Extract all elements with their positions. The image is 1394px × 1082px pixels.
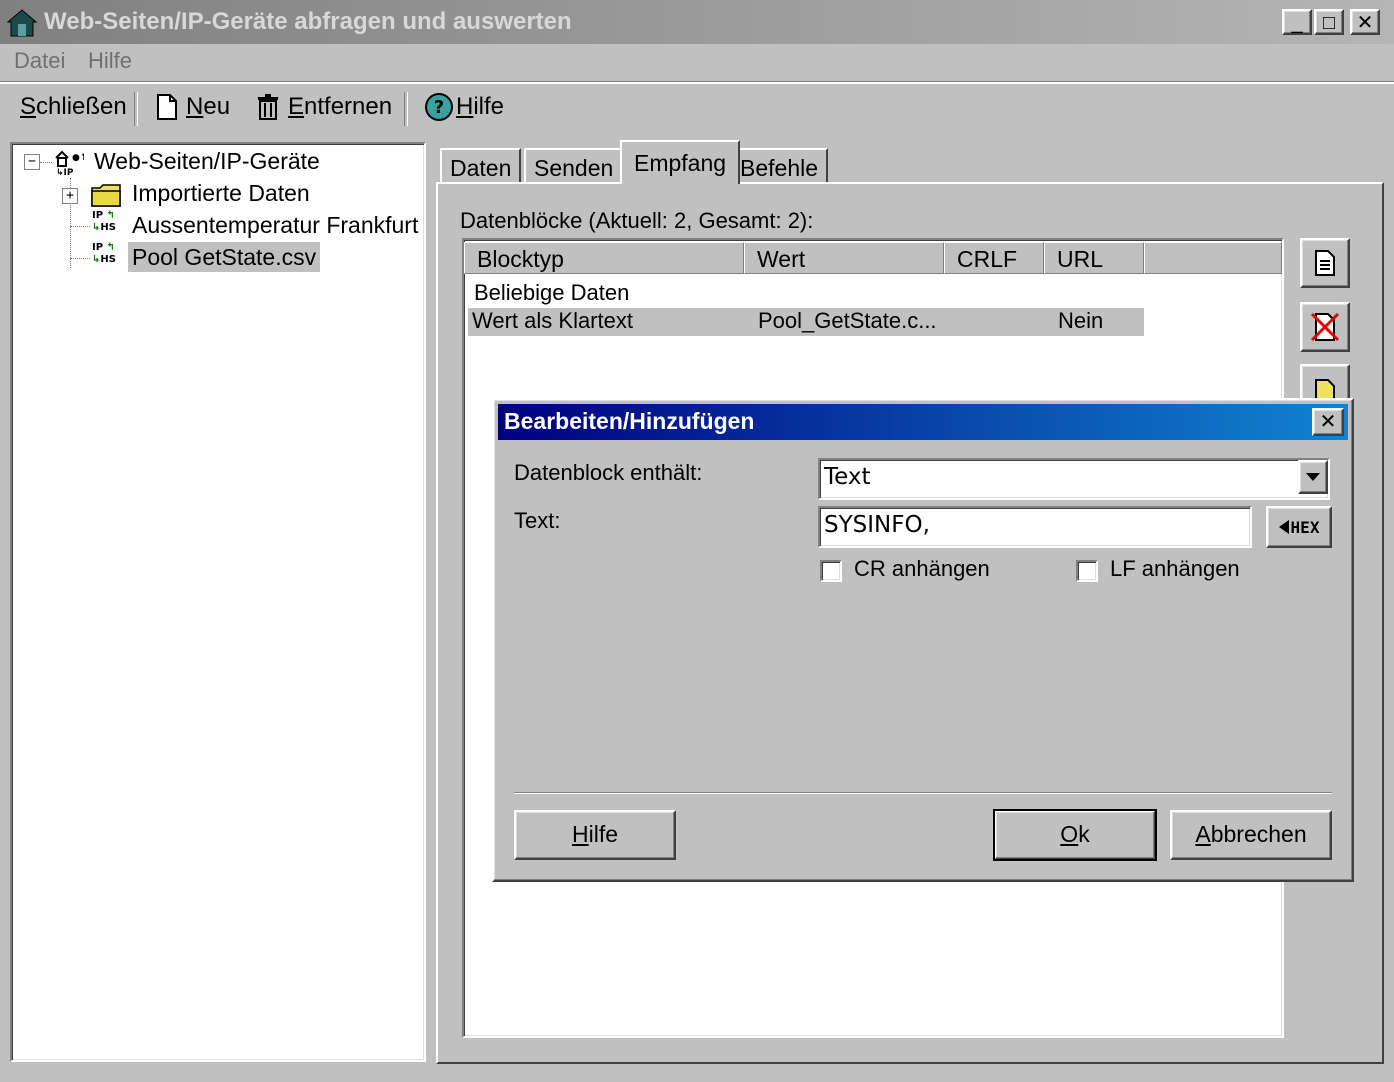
tree-item-aussentemperatur[interactable]: Aussentemperatur Frankfurt <box>132 210 418 240</box>
dropdown-button[interactable] <box>1298 460 1328 494</box>
app-house-icon <box>6 9 38 37</box>
arrow-left-icon <box>1278 520 1289 534</box>
close-toolbar-label: Schließen <box>20 93 127 120</box>
content-type-value: Text <box>824 464 871 490</box>
tab-befehle[interactable]: Befehle <box>730 148 829 182</box>
dialog-close-button[interactable]: ✕ <box>1312 408 1344 436</box>
remove-label: Entfernen <box>288 93 393 120</box>
trash-icon <box>258 94 278 120</box>
ip-device-icon: IP ↰ ↳HS <box>92 242 116 265</box>
toolbar: Schließen Neu Entfernen ? Hilfe <box>0 84 1394 130</box>
cr-checkbox[interactable] <box>820 560 842 582</box>
cr-label: CR anhängen <box>854 556 990 581</box>
minimize-icon: _ <box>1291 12 1303 34</box>
menu-hilfe[interactable]: Hilfe <box>88 48 132 74</box>
tree-item-imported-data[interactable]: Importierte Daten <box>132 178 310 208</box>
document-icon <box>1315 250 1335 276</box>
folder-icon <box>91 184 121 207</box>
remove-button[interactable]: Entfernen <box>256 92 392 122</box>
maximize-icon: □ <box>1322 12 1336 34</box>
column-header-empty <box>1144 242 1282 274</box>
text-label: Text: <box>514 508 561 533</box>
cell-wert: Pool_GetState.c... <box>758 308 937 333</box>
minimize-button[interactable]: _ <box>1282 9 1312 35</box>
dialog-divider <box>514 792 1332 794</box>
device-tree[interactable]: − ●↑ ↳IP Web-Seiten/IP-Geräte + Importie… <box>10 142 426 1062</box>
tree-line <box>70 226 90 227</box>
svg-text:?: ? <box>434 97 444 118</box>
data-blocks-caption: Datenblöcke (Aktuell: 2, Gesamt: 2): <box>460 208 814 233</box>
badge-hs: HS <box>100 254 116 265</box>
delete-block-button[interactable] <box>1300 302 1350 352</box>
svg-text:↳IP: ↳IP <box>56 168 74 176</box>
badge-hs: HS <box>100 222 116 233</box>
column-header-crlf[interactable]: CRLF <box>944 242 1044 274</box>
new-document-icon <box>157 94 177 120</box>
close-toolbar-button[interactable]: Schließen <box>20 92 127 122</box>
menu-datei[interactable]: Datei <box>14 48 65 74</box>
badge-ip: IP <box>92 210 104 221</box>
text-input-value: SYSINFO, <box>824 512 930 538</box>
column-header-url[interactable]: URL <box>1044 242 1144 274</box>
cell-blocktyp: Beliebige Daten <box>474 280 630 305</box>
hex-label: HEX <box>1290 517 1320 537</box>
tab-senden[interactable]: Senden <box>524 148 624 182</box>
tree-item-pool-getstate[interactable]: Pool GetState.csv <box>128 242 321 272</box>
dialog-title: Bearbeiten/Hinzufügen <box>504 408 755 434</box>
content-type-label: Datenblock enthält: <box>514 460 703 485</box>
table-row-selected[interactable]: Wert als Klartext Pool_GetState.c... Nei… <box>468 308 1144 336</box>
menu-bar: Datei Hilfe <box>0 44 1394 84</box>
content-type-select[interactable]: Text <box>818 458 1330 500</box>
title-bar[interactable]: Web-Seiten/IP-Geräte abfragen und auswer… <box>0 0 1394 44</box>
window-title: Web-Seiten/IP-Geräte abfragen und auswer… <box>44 8 572 35</box>
tree-root[interactable]: Web-Seiten/IP-Geräte <box>94 146 320 176</box>
cancel-button[interactable]: Abbrechen <box>1170 810 1332 860</box>
svg-text:●↑: ●↑ <box>72 153 84 163</box>
toolbar-separator <box>134 92 138 126</box>
table-row[interactable]: Beliebige Daten <box>468 280 1144 308</box>
toolbar-separator <box>404 92 408 126</box>
text-input[interactable]: SYSINFO, <box>818 506 1252 548</box>
dialog-help-button[interactable]: Hilfe <box>514 810 676 860</box>
ok-button[interactable]: Ok <box>993 809 1157 861</box>
dialog-title-bar[interactable]: Bearbeiten/Hinzufügen ✕ <box>498 404 1348 440</box>
help-icon: ? <box>425 93 453 121</box>
maximize-button[interactable]: □ <box>1314 9 1344 35</box>
tab-daten[interactable]: Daten <box>440 148 522 182</box>
lf-label: LF anhängen <box>1110 556 1240 581</box>
column-header-blocktyp[interactable]: Blocktyp <box>464 242 744 274</box>
edit-add-dialog: Bearbeiten/Hinzufügen ✕ Datenblock enthä… <box>492 398 1354 882</box>
network-device-icon: ●↑ ↳IP <box>55 150 84 176</box>
column-header-wert[interactable]: Wert <box>744 242 944 274</box>
tree-line <box>40 162 52 163</box>
root-expander-icon[interactable]: − <box>24 154 40 170</box>
folder-expander-icon[interactable]: + <box>62 188 78 204</box>
close-icon: ✕ <box>1356 12 1374 34</box>
chevron-down-icon <box>1306 473 1320 481</box>
help-toolbar-label: Hilfe <box>456 93 505 120</box>
close-icon: ✕ <box>1319 411 1337 433</box>
badge-ip: IP <box>92 242 104 253</box>
help-toolbar-button[interactable]: ? Hilfe <box>424 92 504 122</box>
lf-checkbox[interactable] <box>1076 560 1098 582</box>
cell-blocktyp: Wert als Klartext <box>472 308 633 333</box>
ip-device-icon: IP ↰ ↳HS <box>92 210 116 233</box>
new-button[interactable]: Neu <box>156 92 230 122</box>
delete-document-icon <box>1310 312 1340 342</box>
hex-button[interactable]: HEX <box>1266 506 1332 548</box>
new-label: Neu <box>186 93 231 120</box>
new-block-button[interactable] <box>1300 238 1350 288</box>
tree-line <box>70 258 90 259</box>
close-window-button[interactable]: ✕ <box>1350 9 1380 35</box>
cell-url: Nein <box>1058 308 1104 333</box>
tab-empfang[interactable]: Empfang <box>620 140 741 184</box>
